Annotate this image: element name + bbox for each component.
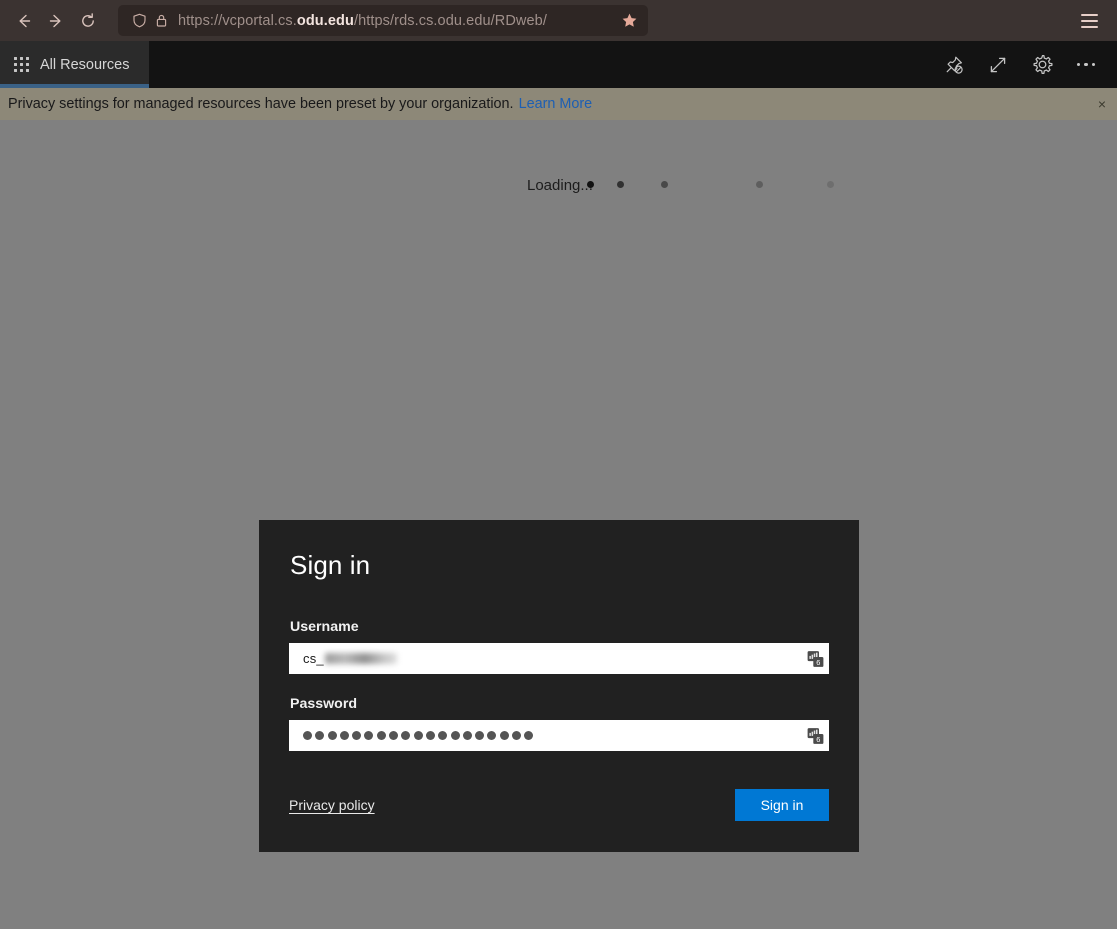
loading-dot — [756, 181, 763, 188]
forward-arrow-icon — [49, 14, 61, 27]
grid-dot — [14, 56, 17, 60]
more-options-button[interactable] — [1069, 48, 1103, 82]
address-bar[interactable]: https://vcportal.cs.odu.edu/https/rds.cs… — [118, 5, 648, 36]
password-dot — [364, 731, 374, 740]
hamburger-line — [1080, 19, 1098, 22]
grid-dot — [20, 56, 23, 60]
password-dot — [339, 731, 349, 740]
fullscreen-icon — [990, 57, 1006, 72]
settings-button[interactable] — [1025, 48, 1059, 82]
hamburger-line — [1080, 13, 1098, 16]
url-text[interactable]: https://vcportal.cs.odu.edu/https/rds.cs… — [178, 13, 616, 29]
privacy-banner: Privacy settings for managed resources h… — [0, 88, 1117, 120]
password-dot — [450, 731, 460, 740]
fullscreen-button[interactable] — [981, 48, 1015, 82]
star-bookmark-icon[interactable] — [616, 8, 642, 34]
saved-credential-icon[interactable]: 6 — [807, 727, 824, 744]
loading-label: Loading... — [527, 177, 593, 194]
svg-text:6: 6 — [816, 657, 820, 666]
redacted-username-mask — [324, 653, 397, 664]
password-dot — [315, 731, 325, 740]
privacy-banner-message: Privacy settings for managed resources h… — [8, 96, 514, 112]
forward-button[interactable] — [40, 5, 72, 37]
reload-button[interactable] — [72, 5, 104, 37]
password-dot — [376, 731, 386, 740]
page-body: Loading... Sign in Username cs_ 6 Passwo… — [0, 120, 1117, 929]
rdweb-toolbar: All Resources — [0, 41, 1117, 88]
privacy-policy-link[interactable]: Privacy policy — [289, 797, 375, 813]
password-dot — [512, 731, 522, 740]
reload-icon — [82, 12, 94, 27]
password-dot — [352, 731, 362, 740]
password-dot — [389, 731, 399, 740]
url-path: /https/rds.cs.odu.edu/RDweb/ — [353, 12, 547, 29]
password-dot — [462, 731, 472, 740]
loading-dot — [661, 181, 668, 188]
password-dot — [327, 731, 337, 740]
back-button[interactable] — [8, 5, 40, 37]
dot — [1084, 62, 1088, 67]
unpin-button[interactable] — [937, 48, 971, 82]
username-input[interactable]: cs_ 6 — [289, 643, 829, 674]
url-prefix: vcportal.cs. — [222, 12, 297, 29]
signin-dialog: Sign in Username cs_ 6 Password 6 Privac… — [259, 520, 859, 852]
back-arrow-icon — [19, 14, 31, 27]
toolbar-actions — [937, 41, 1117, 88]
learn-more-link[interactable]: Learn More — [519, 96, 593, 112]
settings-gear-icon — [1032, 54, 1053, 75]
hamburger-line — [1080, 25, 1098, 28]
username-label: Username — [290, 619, 359, 635]
password-dot — [438, 731, 448, 740]
dot — [1076, 62, 1081, 67]
username-value: cs_ — [303, 651, 397, 666]
password-dot — [475, 731, 485, 740]
grid-dot — [20, 68, 23, 72]
grid-apps-icon — [14, 56, 30, 73]
page-title: Sign in — [290, 550, 371, 580]
sign-in-button[interactable]: Sign in — [735, 789, 829, 821]
shield-icon[interactable] — [128, 10, 150, 32]
tab-all-resources[interactable]: All Resources — [0, 41, 149, 88]
svg-text:6: 6 — [816, 734, 820, 743]
password-dot — [401, 731, 411, 740]
password-input[interactable]: 6 — [289, 720, 829, 751]
grid-dot — [26, 68, 29, 72]
username-text: cs_ — [303, 651, 324, 666]
dot — [1091, 62, 1096, 67]
url-protocol: https:// — [178, 12, 223, 29]
grid-dot — [14, 68, 17, 72]
loading-dot — [617, 181, 624, 188]
grid-dot — [26, 56, 29, 60]
unpin-icon — [946, 56, 963, 74]
password-dot — [303, 731, 312, 740]
grid-dot — [14, 62, 17, 66]
browser-chrome: https://vcportal.cs.odu.edu/https/rds.cs… — [0, 0, 1117, 41]
close-icon[interactable]: × — [1093, 95, 1111, 113]
more-options-icon — [1076, 62, 1096, 67]
password-dot — [413, 731, 423, 740]
hamburger-menu-icon[interactable] — [1073, 5, 1105, 37]
lock-icon[interactable] — [150, 10, 172, 32]
loading-dot — [827, 181, 834, 188]
password-dot — [425, 731, 435, 740]
grid-dot — [26, 62, 29, 66]
saved-credential-icon[interactable]: 6 — [807, 650, 824, 667]
password-dot — [487, 731, 497, 740]
loading-indicator: Loading... — [0, 177, 1117, 207]
tab-all-resources-label: All Resources — [40, 56, 130, 73]
loading-dot — [587, 181, 594, 188]
password-dot — [524, 731, 534, 740]
url-domain: odu.edu — [296, 12, 354, 29]
password-masked-value — [303, 731, 534, 740]
password-label: Password — [290, 696, 358, 712]
grid-dot — [20, 62, 23, 66]
password-dot — [499, 731, 509, 740]
dialog-footer: Privacy policy Sign in — [289, 789, 829, 821]
